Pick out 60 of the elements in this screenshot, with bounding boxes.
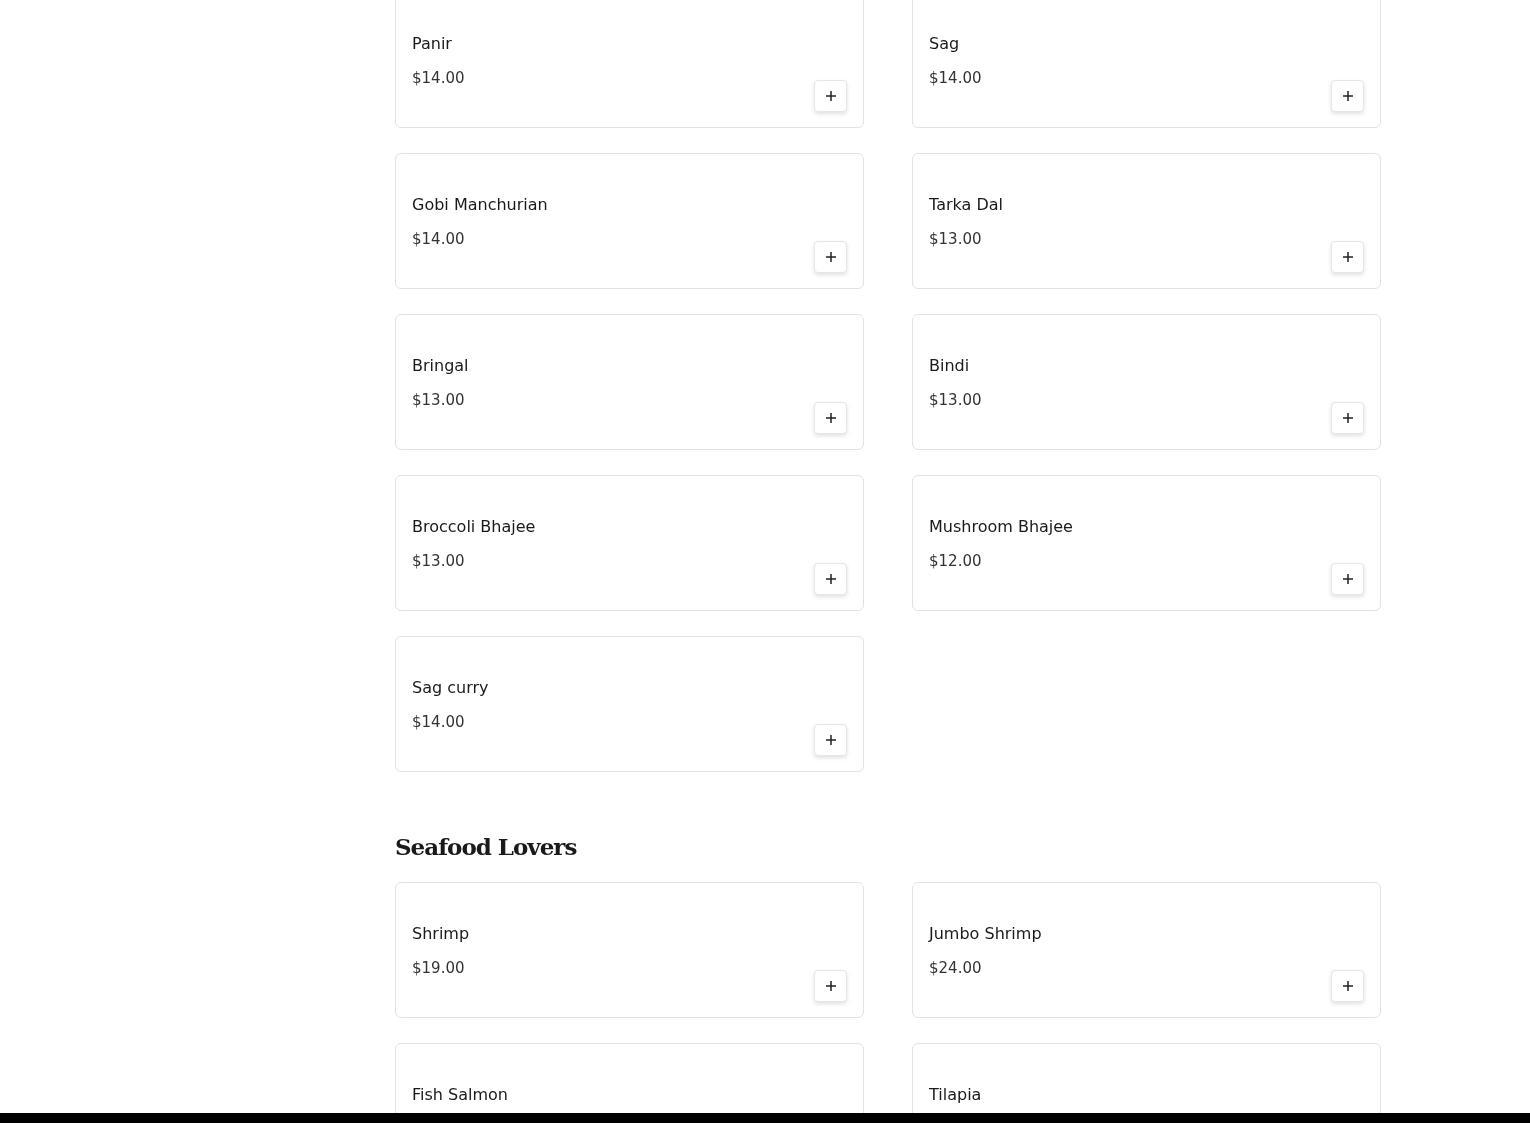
plus-icon [825, 735, 836, 745]
menu-item-card[interactable]: Tarka Dal $13.00 [912, 153, 1381, 289]
item-price: $14.00 [412, 68, 465, 89]
item-price: $13.00 [412, 551, 465, 572]
item-name: Jumbo Shrimp [929, 923, 1042, 945]
menu-item-card[interactable]: Broccoli Bhajee $13.00 [395, 475, 864, 611]
section-heading: Seafood Lovers [395, 832, 577, 862]
menu-item-card[interactable]: Fish Salmon [395, 1043, 864, 1113]
add-button[interactable] [1331, 241, 1364, 273]
item-name: Tilapia [929, 1084, 982, 1106]
item-name: Sag curry [412, 677, 489, 699]
menu-item-card[interactable]: Bindi $13.00 [912, 314, 1381, 450]
plus-icon [825, 252, 836, 262]
plus-icon [825, 91, 836, 101]
item-name: Tarka Dal [929, 194, 1003, 216]
item-name: Shrimp [412, 923, 470, 945]
add-button[interactable] [814, 724, 847, 756]
plus-icon [1342, 981, 1353, 991]
menu-item-card[interactable]: Mushroom Bhajee $12.00 [912, 475, 1381, 611]
plus-icon [825, 574, 836, 584]
menu-item-card[interactable]: Tilapia [912, 1043, 1381, 1113]
plus-icon [825, 981, 836, 991]
item-name: Fish Salmon [412, 1084, 508, 1106]
item-name: Bringal [412, 355, 469, 377]
add-button[interactable] [814, 241, 847, 273]
item-name: Gobi Manchurian [412, 194, 548, 216]
menu-item-card[interactable]: Sag $14.00 [912, 0, 1381, 128]
menu-item-card[interactable]: Gobi Manchurian $14.00 [395, 153, 864, 289]
plus-icon [1342, 91, 1353, 101]
item-name: Panir [412, 33, 452, 55]
item-name: Bindi [929, 355, 970, 377]
item-name: Mushroom Bhajee [929, 516, 1073, 538]
add-button[interactable] [1331, 970, 1364, 1002]
menu-item-card[interactable]: Jumbo Shrimp $24.00 [912, 882, 1381, 1018]
add-button[interactable] [814, 402, 847, 434]
item-price: $19.00 [412, 958, 465, 979]
add-button[interactable] [814, 80, 847, 112]
item-name: Broccoli Bhajee [412, 516, 536, 538]
add-button[interactable] [1331, 402, 1364, 434]
plus-icon [1342, 574, 1353, 584]
item-name: Sag [929, 33, 960, 55]
plus-icon [1342, 413, 1353, 423]
item-price: $14.00 [412, 712, 465, 733]
item-price: $12.00 [929, 551, 982, 572]
add-button[interactable] [814, 563, 847, 595]
item-price: $14.00 [412, 229, 465, 250]
add-button[interactable] [1331, 563, 1364, 595]
item-price: $13.00 [929, 390, 982, 411]
item-price: $24.00 [929, 958, 982, 979]
menu-item-card[interactable]: Bringal $13.00 [395, 314, 864, 450]
menu-item-card[interactable]: Panir $14.00 [395, 0, 864, 128]
plus-icon [825, 413, 836, 423]
item-price: $14.00 [929, 68, 982, 89]
menu-item-card[interactable]: Sag curry $14.00 [395, 636, 864, 772]
item-price: $13.00 [412, 390, 465, 411]
add-button[interactable] [1331, 80, 1364, 112]
plus-icon [1342, 252, 1353, 262]
add-button[interactable] [814, 970, 847, 1002]
menu-item-card[interactable]: Shrimp $19.00 [395, 882, 864, 1018]
item-price: $13.00 [929, 229, 982, 250]
